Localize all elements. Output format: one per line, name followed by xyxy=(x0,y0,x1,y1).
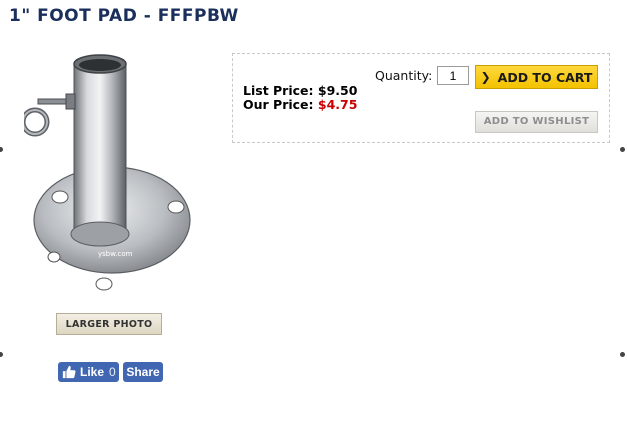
thumbs-up-icon xyxy=(62,365,76,379)
plate-hole xyxy=(51,190,69,204)
add-to-cart-button[interactable]: ❯ ADD TO CART xyxy=(475,65,598,89)
edge-marker xyxy=(620,352,625,357)
larger-photo-button[interactable]: LARGER PHOTO xyxy=(56,313,162,335)
our-price-value: $4.75 xyxy=(317,97,358,112)
plate-hole xyxy=(47,251,61,263)
list-price-value: $9.50 xyxy=(317,83,358,98)
our-price-label: Our Price: xyxy=(243,97,314,112)
tube-body xyxy=(73,63,127,235)
quantity-label: Quantity: xyxy=(375,68,433,83)
plate-hole xyxy=(167,200,185,214)
list-price: List Price: $9.50 xyxy=(243,83,357,98)
product-image[interactable]: ysbw.com xyxy=(24,48,206,306)
facebook-like-button[interactable]: Like 0 xyxy=(58,362,119,382)
eye-bolt-nut xyxy=(65,93,76,110)
chevron-right-icon: ❯ xyxy=(480,70,491,84)
page-title: 1" FOOT PAD - FFFPBW xyxy=(9,6,239,26)
quantity-input[interactable] xyxy=(437,66,469,85)
purchase-box: Quantity: ❯ ADD TO CART List Price: $9.5… xyxy=(232,53,610,143)
edge-marker xyxy=(0,352,3,357)
facebook-share-button[interactable]: Share xyxy=(123,362,163,382)
like-label: Like xyxy=(80,365,105,379)
list-price-label: List Price: xyxy=(243,83,314,98)
plate-hole xyxy=(95,277,113,291)
like-count: 0 xyxy=(109,365,116,379)
image-watermark: ysbw.com xyxy=(98,250,133,258)
edge-marker xyxy=(620,147,625,152)
add-to-wishlist-button[interactable]: ADD TO WISHLIST xyxy=(475,111,598,133)
edge-marker xyxy=(0,147,3,152)
tube-weld xyxy=(70,221,130,247)
add-to-cart-label: ADD TO CART xyxy=(497,69,593,85)
our-price: Our Price: $4.75 xyxy=(243,97,357,112)
